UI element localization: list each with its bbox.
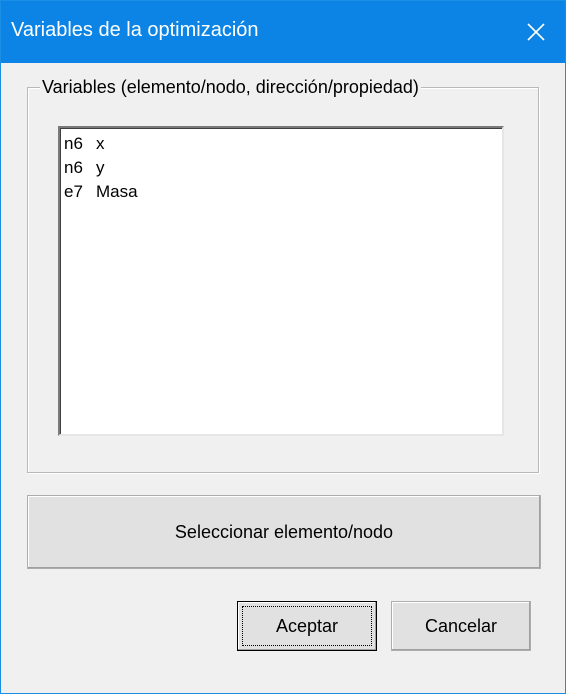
variable-property: Masa	[96, 182, 138, 201]
variables-listbox[interactable]: n6 x n6 y e7 Masa	[58, 126, 504, 436]
variable-id: n6	[64, 134, 83, 153]
focus-ring	[242, 606, 372, 646]
dialog-window: Variables de la optimización Variables (…	[0, 0, 566, 694]
close-icon	[527, 23, 545, 41]
ok-button[interactable]: Aceptar	[237, 601, 377, 651]
list-item[interactable]: n6 y	[62, 156, 500, 180]
variable-property: x	[96, 134, 105, 153]
close-button[interactable]	[507, 1, 565, 63]
variable-property: y	[96, 158, 105, 177]
select-element-node-button[interactable]: Seleccionar elemento/nodo	[27, 495, 541, 569]
groupbox-label: Variables (elemento/nodo, dirección/prop…	[40, 77, 421, 98]
title-bar[interactable]: Variables de la optimización	[1, 1, 565, 63]
window-title: Variables de la optimización	[11, 19, 259, 41]
variable-id: e7	[64, 182, 83, 201]
variable-id: n6	[64, 158, 83, 177]
cancel-button[interactable]: Cancelar	[391, 601, 531, 651]
list-item[interactable]: n6 x	[62, 132, 500, 156]
list-item[interactable]: e7 Masa	[62, 180, 500, 204]
variables-groupbox: Variables (elemento/nodo, dirección/prop…	[27, 77, 539, 473]
select-element-node-label: Seleccionar elemento/nodo	[174, 521, 394, 542]
dialog-body: Variables (elemento/nodo, dirección/prop…	[1, 63, 565, 693]
cancel-button-label: Cancelar	[424, 615, 498, 636]
